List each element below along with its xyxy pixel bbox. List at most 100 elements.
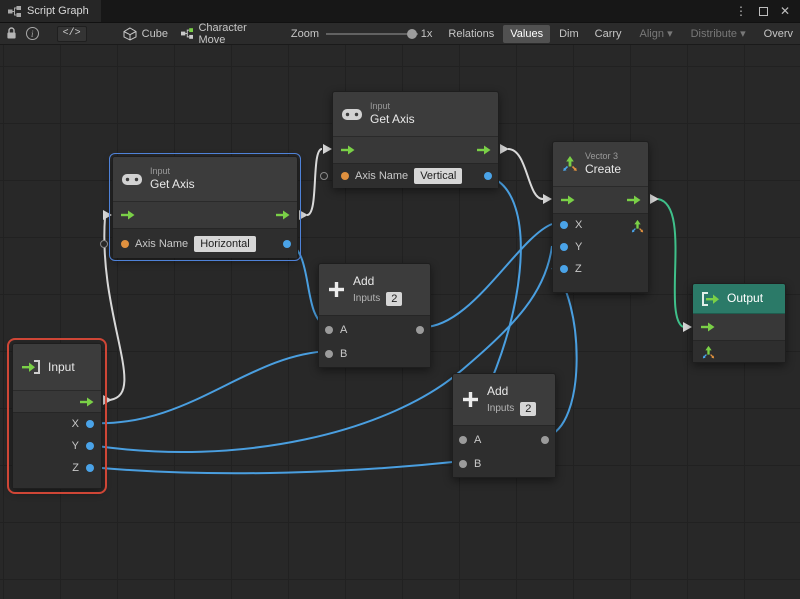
node-get-axis-vertical[interactable]: Input Get Axis Axis Name Vertical xyxy=(332,91,499,188)
float-output-port[interactable] xyxy=(484,172,492,180)
input-port-b[interactable] xyxy=(459,460,467,468)
node-header: Add Inputs 2 xyxy=(453,374,555,425)
window-controls: ⋮ ✕ xyxy=(725,0,800,22)
inputs-count-field[interactable]: 2 xyxy=(520,402,536,416)
float-output-port[interactable] xyxy=(283,240,291,248)
sum-output-port[interactable] xyxy=(541,436,549,444)
carry-button[interactable]: Carry xyxy=(588,25,629,43)
edit-code-icon[interactable]: </> xyxy=(57,26,87,42)
inputs-label: Inputs xyxy=(487,403,514,414)
relations-button[interactable]: Relations xyxy=(441,25,501,43)
axis-name-label: Axis Name xyxy=(355,170,408,182)
flow-out-arrow-icon[interactable] xyxy=(626,195,641,205)
input-port-a[interactable] xyxy=(459,436,467,444)
breadcrumb-object[interactable]: Cube xyxy=(123,27,168,41)
vector3-input-port-icon[interactable] xyxy=(701,345,716,360)
panel-menu-icon[interactable]: ⋮ xyxy=(735,4,747,18)
plus-icon xyxy=(328,281,345,298)
flow-in-arrow-icon[interactable] xyxy=(340,145,355,155)
graph-toolbar: i </> Cube Character Move Zoom 1x Relati… xyxy=(0,22,800,45)
port-row-a: A xyxy=(319,318,430,342)
node-add-top[interactable]: Add Inputs 2 A B xyxy=(318,263,431,368)
script-graph-icon xyxy=(8,6,21,17)
node-graph-input[interactable]: Input X Y Z xyxy=(12,343,102,489)
flow-in-arrow-icon[interactable] xyxy=(700,322,715,332)
string-port-icon[interactable] xyxy=(341,172,349,180)
axis-name-field[interactable]: Horizontal xyxy=(194,236,256,252)
vector3-icon xyxy=(561,155,579,173)
node-add-bottom[interactable]: Add Inputs 2 A B xyxy=(452,373,556,478)
cube-icon xyxy=(123,27,137,41)
node-header: Input Get Axis xyxy=(333,92,498,136)
node-header-text: Vector 3 Create xyxy=(585,151,621,177)
flow-row xyxy=(333,136,498,163)
dim-button[interactable]: Dim xyxy=(552,25,586,43)
unconnected-input-port[interactable] xyxy=(320,172,328,180)
maximize-icon[interactable] xyxy=(759,7,768,16)
port-a-label: A xyxy=(340,324,347,336)
distribute-label: Distribute xyxy=(691,28,737,40)
node-vector3-create[interactable]: Vector 3 Create X Y Z xyxy=(552,141,649,293)
overview-button[interactable]: Overv xyxy=(757,25,800,43)
zoom-value: 1x xyxy=(421,28,433,40)
node-graph-output[interactable]: Output xyxy=(692,283,786,363)
node-header-text: Add Inputs 2 xyxy=(487,384,536,416)
node-title: Get Axis xyxy=(370,112,415,127)
output-port-y[interactable] xyxy=(86,442,94,450)
node-category: Input xyxy=(150,166,195,177)
gamepad-icon xyxy=(121,172,143,187)
flow-out-arrow-icon[interactable] xyxy=(275,210,290,220)
input-port-a[interactable] xyxy=(325,326,333,334)
align-dropdown[interactable]: Align ▾ xyxy=(633,24,680,43)
window-titlebar: Script Graph ⋮ ✕ xyxy=(0,0,800,22)
port-a-label: A xyxy=(474,434,481,446)
input-port-z[interactable] xyxy=(560,265,568,273)
port-row-b: B xyxy=(319,342,430,366)
node-title: Add xyxy=(487,384,536,399)
port-row-y: Y xyxy=(13,435,101,457)
string-port-icon[interactable] xyxy=(121,240,129,248)
lock-icon[interactable] xyxy=(6,27,17,40)
sum-output-port[interactable] xyxy=(416,326,424,334)
flow-in-arrow-icon[interactable] xyxy=(120,210,135,220)
input-port-b[interactable] xyxy=(325,350,333,358)
axis-name-field[interactable]: Vertical xyxy=(414,168,462,184)
graph-asset-icon xyxy=(181,28,194,39)
port-row-z: Z xyxy=(553,258,648,280)
gamepad-icon xyxy=(341,107,363,122)
close-icon[interactable]: ✕ xyxy=(780,4,790,18)
unconnected-input-port[interactable] xyxy=(100,240,108,248)
vector3-output-port-icon[interactable] xyxy=(630,219,645,234)
node-get-axis-horizontal[interactable]: Input Get Axis Axis Name Horizontal xyxy=(112,156,298,258)
inputs-count-field[interactable]: 2 xyxy=(386,292,402,306)
flow-out-arrow-icon[interactable] xyxy=(79,397,94,407)
breadcrumb-graph[interactable]: Character Move xyxy=(181,22,274,45)
input-port-y[interactable] xyxy=(560,243,568,251)
lock-glyph xyxy=(6,27,17,40)
output-port-z[interactable] xyxy=(86,464,94,472)
info-icon[interactable]: i xyxy=(26,27,39,40)
ports-section: A B xyxy=(453,425,555,477)
node-title: Get Axis xyxy=(150,177,195,192)
node-header-text: Input Get Axis xyxy=(150,166,195,192)
node-title: Add xyxy=(353,274,402,289)
tab-script-graph[interactable]: Script Graph xyxy=(0,0,101,22)
values-button[interactable]: Values xyxy=(503,25,550,43)
node-title: Input xyxy=(48,360,75,375)
input-port-x[interactable] xyxy=(560,221,568,229)
distribute-dropdown[interactable]: Distribute ▾ xyxy=(684,24,753,43)
flow-out-arrow-icon[interactable] xyxy=(476,145,491,155)
zoom-slider-handle[interactable] xyxy=(407,29,417,39)
flow-row xyxy=(553,186,648,213)
flow-in-arrow-icon[interactable] xyxy=(560,195,575,205)
port-b-label: B xyxy=(340,348,347,360)
zoom-slider[interactable] xyxy=(326,27,418,41)
port-b-label: B xyxy=(474,458,481,470)
flow-row xyxy=(113,201,297,228)
ports-section: A B xyxy=(319,315,430,367)
zoom-label: Zoom xyxy=(291,28,319,40)
node-header: Vector 3 Create xyxy=(553,142,648,186)
zoom-slider-track[interactable] xyxy=(326,33,418,35)
node-title: Create xyxy=(585,162,621,177)
output-port-x[interactable] xyxy=(86,420,94,428)
